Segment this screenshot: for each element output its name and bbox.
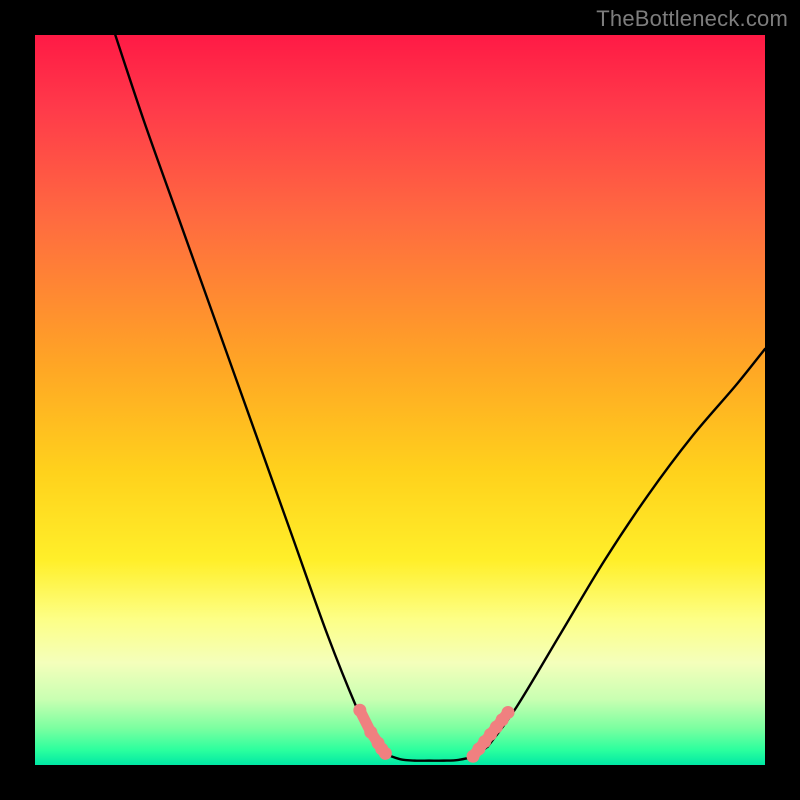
left-marker-dots: [353, 704, 392, 760]
marker-dot: [364, 726, 377, 739]
left-branch-curve: [115, 35, 385, 754]
watermark-text: TheBottleneck.com: [596, 6, 788, 32]
chart-frame: TheBottleneck.com: [0, 0, 800, 800]
marker-dot: [353, 704, 366, 717]
marker-dot: [502, 706, 515, 719]
marker-dot: [379, 747, 392, 760]
chart-svg: [35, 35, 765, 765]
right-marker-dots: [467, 706, 515, 763]
right-branch-curve: [488, 349, 765, 747]
plot-area: [35, 35, 765, 765]
